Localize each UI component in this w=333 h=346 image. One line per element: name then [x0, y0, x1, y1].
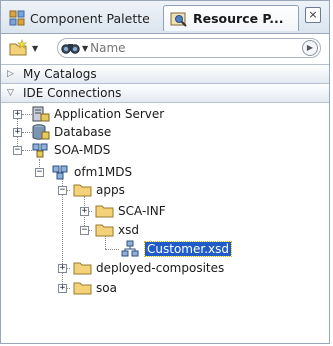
tree-node-label: apps: [96, 183, 125, 197]
new-connection-button[interactable]: ▼: [9, 38, 38, 58]
tree-node-sca-inf[interactable]: SCA-INF: [95, 202, 166, 220]
mds-partition-icon: [52, 165, 68, 180]
collapse-toggle[interactable]: −: [35, 168, 44, 177]
search-box[interactable]: ▼ ▶: [57, 38, 321, 58]
collapse-toggle[interactable]: −: [13, 146, 22, 155]
tree-node-soa-mds[interactable]: SOA-MDS: [31, 141, 110, 159]
close-tab-button[interactable]: ×: [305, 7, 321, 23]
tree-node-label: soa: [96, 281, 117, 295]
search-go-button[interactable]: ▶: [302, 40, 318, 56]
grid-palette-icon: [9, 10, 25, 26]
resource-palette-panel: Component Palette Resource P... × ▼ ▼ Na…: [0, 0, 330, 344]
expand-toggle[interactable]: +: [58, 284, 67, 293]
collapse-toggle[interactable]: −: [80, 226, 89, 235]
tree-node-database[interactable]: Database: [31, 123, 111, 141]
tree-node-deployed-composites[interactable]: deployed-composites: [73, 259, 224, 277]
tree-node-label: Customer.xsd: [144, 241, 232, 257]
folder-icon: [73, 282, 92, 295]
collapse-toggle[interactable]: −: [58, 186, 67, 195]
section-ide-connections[interactable]: ▽ IDE Connections: [1, 83, 329, 103]
tab-resource-palette-label: Resource P...: [193, 11, 284, 26]
tree-node-label: deployed-composites: [96, 261, 225, 275]
chevron-down-icon[interactable]: ▼: [32, 44, 38, 53]
tree-node-label: ofm1MDS: [74, 165, 133, 179]
tree-node-label: Application Server: [54, 107, 165, 121]
database-icon: [32, 124, 50, 140]
expand-toggle[interactable]: +: [13, 110, 22, 119]
tab-strip: Component Palette Resource P... ×: [1, 1, 329, 34]
tree-node-label: xsd: [118, 223, 139, 237]
tree-node-label: SCA-INF: [118, 204, 166, 218]
tree-node-xsd[interactable]: xsd: [95, 221, 139, 239]
tree-node-ofm1mds[interactable]: ofm1MDS: [51, 163, 132, 181]
search-input[interactable]: [88, 41, 293, 55]
tree-node-application-server[interactable]: Application Server: [31, 105, 164, 123]
tree-node-customer-xsd[interactable]: Customer.xsd: [121, 240, 232, 258]
folder-new-icon: [9, 39, 27, 56]
server-icon: [32, 106, 50, 122]
toolbar: ▼ ▼ ▶: [1, 34, 329, 62]
chevron-down-icon: ▽: [7, 88, 14, 98]
expand-toggle[interactable]: +: [80, 207, 89, 216]
tree-guide-line: [105, 249, 119, 250]
chevron-right-icon: ▷: [7, 69, 14, 79]
section-my-catalogs[interactable]: ▷ My Catalogs: [1, 64, 329, 84]
schema-file-icon: [121, 240, 139, 257]
folder-icon: [73, 262, 92, 275]
binoculars-icon: [61, 44, 80, 54]
tree-node-label: Database: [54, 125, 112, 139]
expand-toggle[interactable]: +: [58, 264, 67, 273]
folder-icon: [73, 184, 92, 197]
tree-node-label: SOA-MDS: [54, 143, 111, 157]
tab-component-palette-label: Component Palette: [30, 10, 150, 26]
folder-icon: [95, 205, 114, 218]
section-ide-connections-label: IDE Connections: [23, 86, 122, 100]
expand-toggle[interactable]: +: [13, 128, 22, 137]
tree-node-apps[interactable]: apps: [73, 181, 125, 199]
tab-resource-palette[interactable]: Resource P...: [163, 5, 299, 31]
mds-connection-icon: [32, 143, 48, 158]
search-options-button[interactable]: ▼: [61, 41, 88, 55]
section-my-catalogs-label: My Catalogs: [23, 67, 97, 81]
resource-palette-icon: [170, 12, 187, 27]
folder-icon: [95, 224, 114, 237]
tree-node-soa[interactable]: soa: [73, 279, 117, 297]
tab-component-palette[interactable]: Component Palette: [3, 5, 161, 31]
